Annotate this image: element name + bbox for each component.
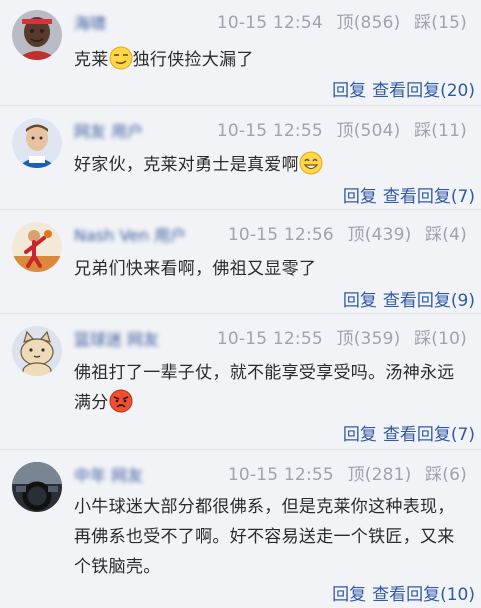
reply-count: 20 xyxy=(446,81,469,101)
upvote-count: 281 xyxy=(371,465,405,485)
downvote-count: 4 xyxy=(449,225,461,245)
reply-button[interactable]: 回复 xyxy=(343,291,377,311)
view-replies-label: 查看回复 xyxy=(382,425,451,445)
comment-meta: 10-15 12:55 顶(504) 踩(11) xyxy=(213,116,467,141)
player-avatar-icon xyxy=(12,10,62,60)
player-avatar-icon xyxy=(12,222,62,272)
downvote-label: 踩 xyxy=(425,225,443,245)
upvote-button[interactable]: 顶(856) xyxy=(333,13,401,33)
upvote-button[interactable]: 顶(439) xyxy=(344,225,412,245)
upvote-label: 顶 xyxy=(336,329,354,349)
reply-count: 10 xyxy=(446,585,469,605)
downvote-count: 6 xyxy=(449,465,461,485)
comment-date: 10-15 12:56 xyxy=(227,225,334,245)
comment-text: 小牛球迷大部分都很佛系，但是克莱你这种表现，再佛系也受不了啊。好不容易送走一个铁… xyxy=(74,492,467,582)
comment-text-part: 兄弟们快来看啊，佛祖又显零了 xyxy=(74,259,317,279)
downvote-button[interactable]: 踩(15) xyxy=(410,13,467,33)
view-replies-button[interactable]: 查看回复(9) xyxy=(383,291,475,311)
downvote-button[interactable]: 踩(4) xyxy=(421,225,467,245)
view-replies-button[interactable]: 查看回复(7) xyxy=(383,425,475,445)
smirk-emoji-icon xyxy=(109,46,133,70)
downvote-label: 踩 xyxy=(425,465,443,485)
upvote-button[interactable]: 顶(281) xyxy=(344,465,412,485)
comment-item: 篮球迷 网友 10-15 12:55 顶(359) 踩(10) 佛祖打了一辈子仗… xyxy=(0,314,481,450)
reply-count: 9 xyxy=(457,291,469,311)
upvote-label: 顶 xyxy=(347,225,365,245)
downvote-button[interactable]: 踩(10) xyxy=(410,329,467,349)
car-avatar-icon xyxy=(12,462,62,512)
comment-date: 10-15 12:55 xyxy=(227,465,334,485)
player-avatar-icon xyxy=(12,118,62,168)
comment-feed: 海啸 10-15 12:54 顶(856) 踩(15) 克莱 独行侠捡大漏了 回复… xyxy=(0,0,481,608)
upvote-label: 顶 xyxy=(336,13,354,33)
upvote-count: 359 xyxy=(360,329,394,349)
angry-emoji-icon xyxy=(109,389,133,413)
downvote-label: 踩 xyxy=(414,13,432,33)
view-replies-label: 查看回复 xyxy=(382,187,451,207)
view-replies-button[interactable]: 查看回复(7) xyxy=(383,187,475,207)
cat-avatar-icon xyxy=(12,326,62,376)
comment-meta: 10-15 12:55 顶(359) 踩(10) xyxy=(213,324,467,349)
username[interactable]: Nash Ven 用户 xyxy=(74,222,186,246)
view-replies-label: 查看回复 xyxy=(382,291,451,311)
comment-actions: 回复 查看回复(20) xyxy=(332,76,475,101)
reply-count: 7 xyxy=(457,425,469,445)
view-replies-label: 查看回复 xyxy=(372,585,441,605)
downvote-count: 10 xyxy=(438,329,461,349)
view-replies-button[interactable]: 查看回复(10) xyxy=(372,585,475,605)
comment-actions: 回复 查看回复(9) xyxy=(343,286,475,311)
comment-date: 10-15 12:54 xyxy=(216,13,323,33)
comment-item: 网友 用户 10-15 12:55 顶(504) 踩(11) 好家伙，克莱对勇士… xyxy=(0,106,481,210)
upvote-count: 856 xyxy=(360,13,394,33)
comment-date: 10-15 12:55 xyxy=(216,121,323,141)
avatar[interactable] xyxy=(12,326,62,376)
downvote-button[interactable]: 踩(11) xyxy=(410,121,467,141)
comment-item: 海啸 10-15 12:54 顶(856) 踩(15) 克莱 独行侠捡大漏了 回复… xyxy=(0,0,481,106)
comment-text: 佛祖打了一辈子仗，就不能享受享受吗。汤神永远满分 xyxy=(74,358,467,418)
upvote-button[interactable]: 顶(359) xyxy=(333,329,401,349)
comment-text-part: 克莱 xyxy=(74,50,109,70)
comment-text: 兄弟们快来看啊，佛祖又显零了 xyxy=(74,254,467,284)
comment-item: 中年 网友 10-15 12:55 顶(281) 踩(6) 小牛球迷大部分都很佛… xyxy=(0,450,481,608)
username[interactable]: 中年 网友 xyxy=(74,462,143,486)
avatar[interactable] xyxy=(12,222,62,272)
avatar[interactable] xyxy=(12,462,62,512)
reply-button[interactable]: 回复 xyxy=(343,425,377,445)
comment-text-part: 小牛球迷大部分都很佛系，但是克莱你这种表现，再佛系也受不了啊。好不容易送走一个铁… xyxy=(74,497,455,577)
view-replies-button[interactable]: 查看回复(20) xyxy=(372,81,475,101)
username[interactable]: 篮球迷 网友 xyxy=(74,326,159,350)
view-replies-label: 查看回复 xyxy=(372,81,441,101)
comment-text-part: 好家伙，克莱对勇士是真爱啊 xyxy=(74,155,299,175)
comment-actions: 回复 查看回复(7) xyxy=(343,420,475,445)
comment-meta: 10-15 12:55 顶(281) 踩(6) xyxy=(224,460,467,485)
reply-button[interactable]: 回复 xyxy=(343,187,377,207)
comment-date: 10-15 12:55 xyxy=(216,329,323,349)
upvote-button[interactable]: 顶(504) xyxy=(333,121,401,141)
comment-meta: 10-15 12:56 顶(439) 踩(4) xyxy=(224,220,467,245)
reply-count: 7 xyxy=(457,187,469,207)
comment-text: 克莱 独行侠捡大漏了 xyxy=(74,45,467,75)
upvote-label: 顶 xyxy=(347,465,365,485)
reply-button[interactable]: 回复 xyxy=(332,585,366,605)
grin-emoji-icon xyxy=(299,151,323,175)
comment-text-part: 独行侠捡大漏了 xyxy=(132,50,254,70)
upvote-label: 顶 xyxy=(336,121,354,141)
comment-actions: 回复 查看回复(7) xyxy=(343,182,475,207)
comment-item: Nash Ven 用户 10-15 12:56 顶(439) 踩(4) 兄弟们快… xyxy=(0,210,481,314)
downvote-label: 踩 xyxy=(414,329,432,349)
username[interactable]: 海啸 xyxy=(74,10,106,34)
username[interactable]: 网友 用户 xyxy=(74,118,143,142)
reply-button[interactable]: 回复 xyxy=(332,81,366,101)
comment-meta: 10-15 12:54 顶(856) 踩(15) xyxy=(213,8,467,33)
downvote-label: 踩 xyxy=(414,121,432,141)
comment-actions: 回复 查看回复(10) xyxy=(332,580,475,605)
upvote-count: 439 xyxy=(371,225,405,245)
comment-text: 好家伙，克莱对勇士是真爱啊 xyxy=(74,150,467,180)
avatar[interactable] xyxy=(12,10,62,60)
avatar[interactable] xyxy=(12,118,62,168)
downvote-count: 15 xyxy=(438,13,461,33)
upvote-count: 504 xyxy=(360,121,394,141)
downvote-button[interactable]: 踩(6) xyxy=(421,465,467,485)
downvote-count: 11 xyxy=(438,121,461,141)
